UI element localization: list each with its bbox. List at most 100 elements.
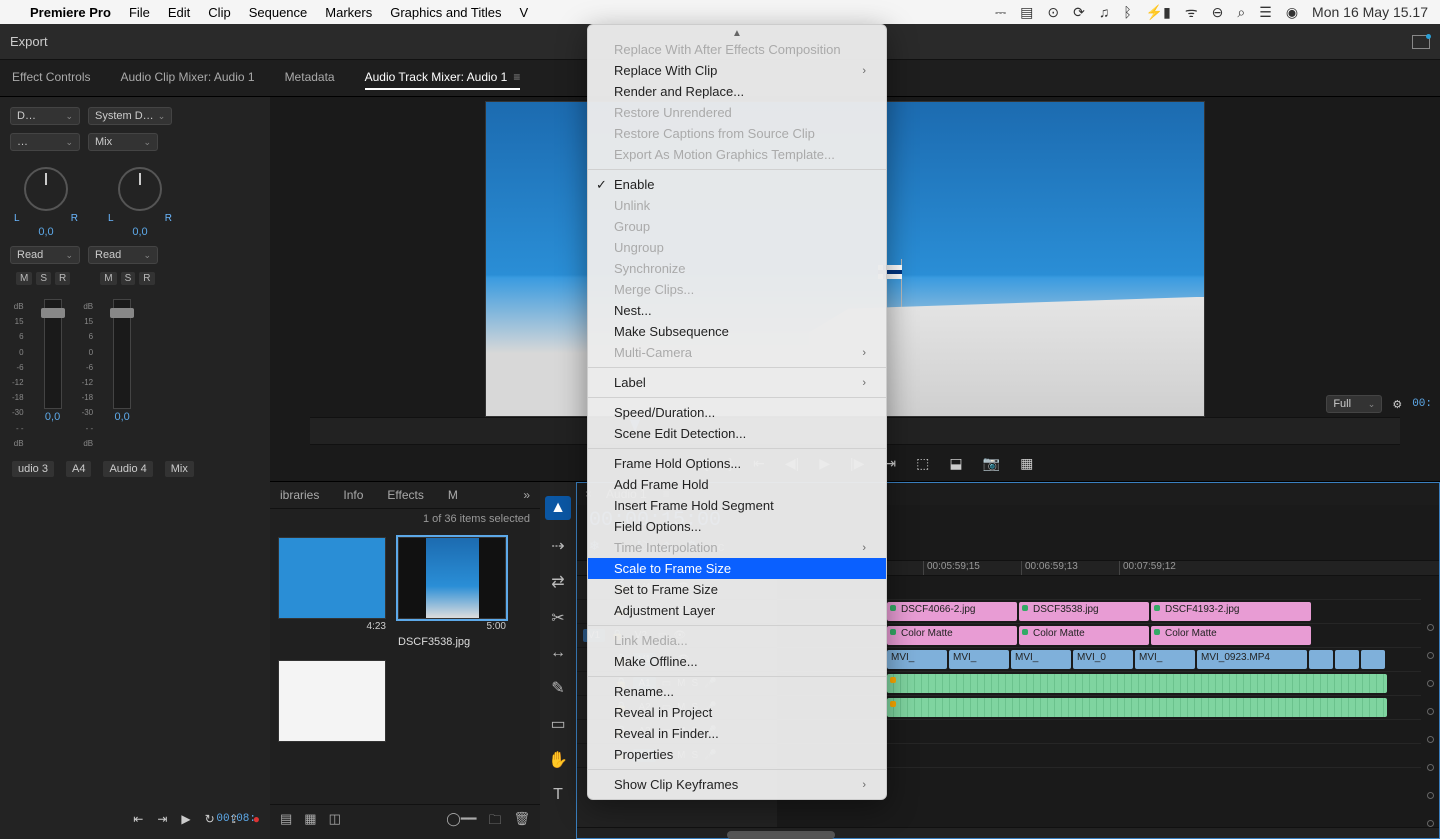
pen-tool-icon[interactable]: ✎ xyxy=(551,678,564,698)
control-center-icon[interactable]: ☰ xyxy=(1259,4,1272,21)
workspace-layout-icon[interactable] xyxy=(1412,35,1430,49)
tab-more[interactable]: M xyxy=(448,488,458,502)
freeform-view-icon[interactable]: ◫ xyxy=(329,811,341,833)
tab-libraries[interactable]: ibraries xyxy=(280,488,319,502)
clip[interactable]: MVI_ xyxy=(887,650,947,669)
automation-mode-2[interactable]: Read⌄ xyxy=(88,246,158,264)
ctx-item[interactable]: Show Clip Keyframes› xyxy=(588,774,886,795)
menu-graphics[interactable]: Graphics and Titles xyxy=(390,5,501,20)
ctx-item[interactable]: Nest... xyxy=(588,300,886,321)
fader-value-1[interactable]: 0,0 xyxy=(45,411,60,423)
ctx-item[interactable]: Reveal in Finder... xyxy=(588,723,886,744)
clip[interactable]: Color Matte xyxy=(1019,626,1149,645)
bin-item[interactable]: 4:23 xyxy=(278,537,386,648)
workspace-label[interactable]: Export xyxy=(10,34,48,49)
tab-metadata[interactable]: Metadata xyxy=(285,66,335,90)
ctx-item[interactable]: Adjustment Layer xyxy=(588,600,886,621)
clip[interactable]: DSCF4066-2.jpg xyxy=(887,602,1017,621)
clock[interactable]: Mon 16 May 15.17 xyxy=(1312,4,1428,20)
icon-view-icon[interactable]: ▦ xyxy=(304,811,316,833)
tab-info[interactable]: Info xyxy=(343,488,363,502)
ctx-item[interactable]: Scale to Frame Size xyxy=(588,558,886,579)
siri-icon[interactable]: ◉ xyxy=(1286,4,1298,21)
msr-buttons-2[interactable]: MSR xyxy=(100,272,154,285)
ctx-item[interactable]: Set to Frame Size xyxy=(588,579,886,600)
clip[interactable]: MVI_ xyxy=(949,650,1009,669)
ctx-item[interactable]: Insert Frame Hold Segment xyxy=(588,495,886,516)
ctx-item[interactable]: Add Frame Hold xyxy=(588,474,886,495)
resolution-dropdown[interactable]: Full⌄ xyxy=(1326,395,1382,413)
automation-mode-1[interactable]: Read⌄ xyxy=(10,246,80,264)
ctx-item[interactable]: Label› xyxy=(588,372,886,393)
panel-menu-icon[interactable]: ≡ xyxy=(513,70,520,84)
ctx-item[interactable]: Speed/Duration... xyxy=(588,402,886,423)
fader-2[interactable] xyxy=(113,299,131,409)
ctx-item[interactable]: Scene Edit Detection... xyxy=(588,423,886,444)
status-icon-1[interactable]: ⎓ xyxy=(995,4,1006,21)
tab-effects[interactable]: Effects xyxy=(387,488,423,502)
overflow-icon[interactable]: » xyxy=(523,488,530,502)
ctx-item[interactable]: Reveal in Project xyxy=(588,702,886,723)
send-dropdown-2[interactable]: Mix⌄ xyxy=(88,133,158,151)
tab-audio-clip-mixer[interactable]: Audio Clip Mixer: Audio 1 xyxy=(120,66,254,90)
menu-edit[interactable]: Edit xyxy=(168,5,190,20)
track-select-tool-icon[interactable]: ⇢ xyxy=(551,536,564,556)
timeline-hscroll[interactable] xyxy=(577,827,1439,838)
clip[interactable]: MVI_0923.MP4 xyxy=(1197,650,1307,669)
ctx-item[interactable]: ✓Enable xyxy=(588,174,886,195)
pan-value-1[interactable]: 0,0 xyxy=(38,226,53,238)
headphones-icon[interactable]: ♫ xyxy=(1099,4,1110,20)
ctx-item[interactable]: Make Offline... xyxy=(588,651,886,672)
comparison-icon[interactable]: ▦ xyxy=(1020,455,1033,472)
hand-tool-icon[interactable]: ✋ xyxy=(548,750,568,770)
pan-knob-2[interactable] xyxy=(118,167,162,211)
tab-audio-track-mixer[interactable]: Audio Track Mixer: Audio 1≡ xyxy=(365,66,521,90)
export-frame-icon[interactable]: 📷 xyxy=(983,455,1000,472)
ctx-item[interactable]: Field Options... xyxy=(588,516,886,537)
go-to-in-icon[interactable]: ⇤ xyxy=(133,812,143,826)
clip[interactable]: MVI_ xyxy=(1135,650,1195,669)
send-dropdown-1[interactable]: …⌄ xyxy=(10,133,80,151)
clip[interactable]: MVI_0 xyxy=(1073,650,1133,669)
clip[interactable]: DSCF3538.jpg xyxy=(1019,602,1149,621)
razor-tool-icon[interactable]: ✂ xyxy=(551,608,564,628)
clip[interactable]: Color Matte xyxy=(887,626,1017,645)
selection-tool-icon[interactable]: ▲ xyxy=(545,496,571,520)
pan-knob-1[interactable] xyxy=(24,167,68,211)
clip[interactable]: Color Matte xyxy=(1151,626,1311,645)
output-dropdown-1[interactable]: D…⌄ xyxy=(10,107,80,125)
rectangle-tool-icon[interactable]: ▭ xyxy=(550,714,565,734)
clip[interactable]: MVI_ xyxy=(1011,650,1071,669)
slip-tool-icon[interactable]: ↔ xyxy=(550,644,566,662)
list-view-icon[interactable]: ▤ xyxy=(280,811,292,833)
menu-sequence[interactable]: Sequence xyxy=(249,5,308,20)
type-tool-icon[interactable]: T xyxy=(553,786,563,804)
menu-clip[interactable]: Clip xyxy=(208,5,230,20)
output-dropdown-2[interactable]: System D…⌄ xyxy=(88,107,172,125)
zoom-slider-icon[interactable]: ◯━━ xyxy=(446,811,476,833)
menu-view-truncated[interactable]: V xyxy=(520,5,529,20)
settings-icon[interactable]: ⚙ xyxy=(1392,398,1402,411)
pan-value-2[interactable]: 0,0 xyxy=(132,226,147,238)
clip[interactable] xyxy=(1309,650,1333,669)
extract-icon[interactable]: ⬓ xyxy=(949,455,962,472)
menu-markers[interactable]: Markers xyxy=(325,5,372,20)
ctx-item[interactable]: Properties xyxy=(588,744,886,765)
play-icon[interactable]: ▶ xyxy=(181,812,190,826)
ctx-item[interactable]: Rename... xyxy=(588,681,886,702)
app-name[interactable]: Premiere Pro xyxy=(30,5,111,20)
audio-clip[interactable] xyxy=(887,698,1387,717)
ripple-tool-icon[interactable]: ⇄ xyxy=(551,572,564,592)
msr-buttons-1[interactable]: MSR xyxy=(16,272,70,285)
bin-item[interactable]: 5:00 DSCF3538.jpg xyxy=(398,537,506,648)
loop-icon[interactable]: ↻ xyxy=(205,812,215,826)
status-icon-2[interactable]: ▤ xyxy=(1020,4,1033,21)
clip[interactable] xyxy=(1361,650,1385,669)
ctx-item[interactable]: Frame Hold Options... xyxy=(588,453,886,474)
trash-icon[interactable]: 🗑 xyxy=(513,811,530,833)
lift-icon[interactable]: ⬚ xyxy=(916,455,929,472)
ctx-item[interactable]: Make Subsequence xyxy=(588,321,886,342)
wifi-icon[interactable]: ᯤ xyxy=(1185,3,1198,22)
clip[interactable] xyxy=(1335,650,1359,669)
tab-effect-controls[interactable]: Effect Controls xyxy=(12,66,90,90)
